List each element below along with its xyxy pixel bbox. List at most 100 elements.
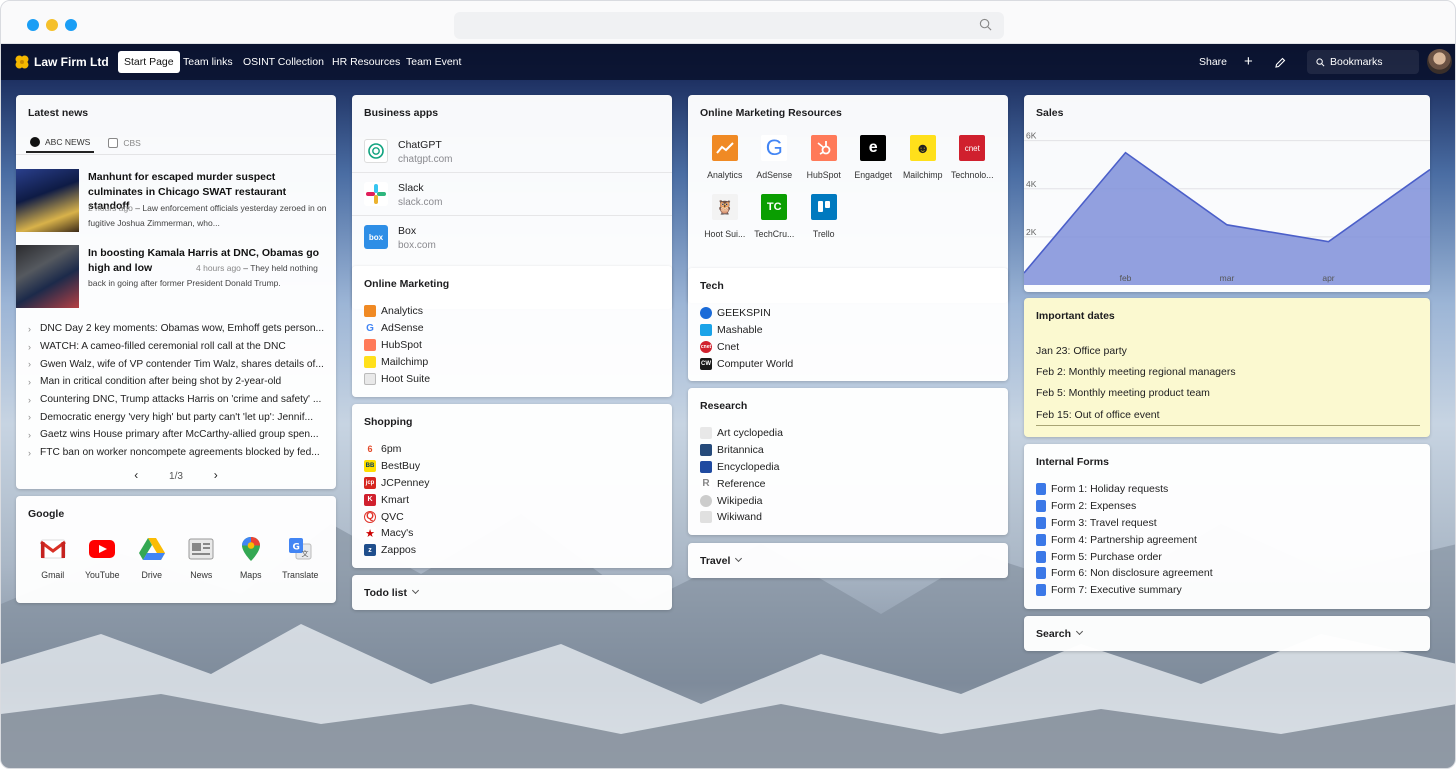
research-links: Art cyclopedia Britannica Encyclopedia R…: [700, 425, 783, 526]
app-row-slack[interactable]: Slack slack.com: [352, 173, 672, 216]
search-card[interactable]: Search: [1024, 616, 1430, 651]
list-item[interactable]: › Countering DNC, Trump attacks Harris on…: [28, 391, 336, 409]
resource-tile-mailchimp[interactable]: ☻ Mailchimp: [898, 135, 948, 194]
youtube-tile[interactable]: YouTube: [78, 536, 128, 580]
link-analytics[interactable]: Analytics: [364, 303, 430, 320]
resource-tile-trello[interactable]: Trello: [799, 194, 849, 253]
gmail-tile[interactable]: Gmail: [28, 536, 78, 580]
app-row-chatgpt[interactable]: ChatGPT chatgpt.com: [352, 130, 672, 173]
tab-team-links[interactable]: Team links: [177, 51, 239, 73]
analytics-icon: [711, 135, 738, 161]
link-cnet[interactable]: cnet Cnet: [700, 339, 793, 356]
link-geekspin[interactable]: GEEKSPIN: [700, 305, 793, 322]
pager-prev-button[interactable]: ‹: [134, 468, 138, 482]
online-marketing-title: Online Marketing: [364, 278, 450, 290]
add-button[interactable]: +: [1244, 51, 1253, 73]
search-icon[interactable]: [979, 18, 992, 31]
form-link[interactable]: Form 7: Executive summary: [1036, 582, 1213, 599]
list-item[interactable]: › Democratic energy 'very high' but party…: [28, 408, 336, 426]
bookmarks-search[interactable]: Bookmarks: [1307, 50, 1419, 74]
window-close-button[interactable]: [27, 19, 39, 31]
form-link[interactable]: Form 5: Purchase order: [1036, 548, 1213, 565]
pager-next-button[interactable]: ›: [214, 468, 218, 482]
share-button[interactable]: Share: [1199, 51, 1227, 73]
list-item[interactable]: › Man in critical condition after being s…: [28, 373, 336, 391]
travel-header[interactable]: Travel: [700, 543, 743, 578]
form-link[interactable]: Form 4: Partnership agreement: [1036, 531, 1213, 548]
link-mailchimp[interactable]: Mailchimp: [364, 353, 430, 370]
dates-input-line[interactable]: [1036, 425, 1420, 426]
link-kmart[interactable]: K Kmart: [364, 491, 429, 508]
link-encyclopedia[interactable]: Encyclopedia: [700, 459, 783, 476]
news-divider: [16, 154, 336, 155]
news-headline-list: › DNC Day 2 key moments: Obamas wow, Emho…: [28, 320, 336, 462]
edit-pencil-icon[interactable]: [1274, 57, 1286, 69]
slack-icon: [364, 182, 388, 206]
link-zappos[interactable]: z Zappos: [364, 542, 429, 559]
tab-team-event[interactable]: Team Event: [400, 51, 467, 73]
list-item[interactable]: › Gwen Walz, wife of VP contender Tim Wal…: [28, 355, 336, 373]
shopping-links: 6 6pm BB BestBuy jcp JCPenney K Kmart Q QVC ★…: [364, 441, 429, 559]
user-avatar[interactable]: [1427, 49, 1452, 74]
link-adsense[interactable]: G AdSense: [364, 320, 430, 337]
form-link[interactable]: Form 2: Expenses: [1036, 498, 1213, 515]
list-item[interactable]: › Gaetz wins House primary after McCarthy…: [28, 426, 336, 444]
link-macys[interactable]: ★ Macy's: [364, 525, 429, 542]
form-link[interactable]: Form 3: Travel request: [1036, 515, 1213, 532]
app-row-box[interactable]: box Box box.com: [352, 216, 672, 259]
list-item[interactable]: › FTC ban on worker noncompete agreements…: [28, 444, 336, 462]
link-hootsuite[interactable]: Hoot Suite: [364, 370, 430, 387]
link-britannica[interactable]: Britannica: [700, 442, 783, 459]
story-thumbnail[interactable]: [16, 169, 79, 232]
window-maximize-button[interactable]: [65, 19, 77, 31]
story-summary: 2 hours ago – Law enforcement officials …: [88, 201, 328, 231]
address-bar[interactable]: [454, 12, 1004, 39]
window-minimize-button[interactable]: [46, 19, 58, 31]
brand-logo[interactable]: Law Firm Ltd: [13, 52, 109, 72]
resource-tile-analytics[interactable]: Analytics: [700, 135, 750, 194]
link-6pm[interactable]: 6 6pm: [364, 441, 429, 458]
resource-tile-techcrunch[interactable]: TC TechCru...: [750, 194, 800, 253]
tab-abc-news[interactable]: ABC NEWS: [26, 133, 95, 153]
search-header[interactable]: Search: [1036, 616, 1084, 651]
link-wikipedia[interactable]: Wikipedia: [700, 492, 783, 509]
form-link[interactable]: Form 1: Holiday requests: [1036, 481, 1213, 498]
link-label: HubSpot: [381, 338, 422, 351]
link-reference[interactable]: R Reference: [700, 475, 783, 492]
link-qvc[interactable]: Q QVC: [364, 508, 429, 525]
news-tile[interactable]: News: [177, 536, 227, 580]
resource-tile-adsense[interactable]: G AdSense: [750, 135, 800, 194]
resource-label: Mailchimp: [902, 170, 943, 180]
resource-tile-engadget[interactable]: e Engadget: [849, 135, 899, 194]
news-source-tabs: ABC NEWS CBS: [26, 133, 155, 153]
link-mashable[interactable]: Mashable: [700, 322, 793, 339]
resource-tile-technology[interactable]: cnet Technolo...: [948, 135, 998, 194]
link-hubspot[interactable]: HubSpot: [364, 337, 430, 354]
todo-list-header[interactable]: Todo list: [364, 575, 420, 610]
adsense-icon: G: [364, 322, 376, 335]
google-app-tiles: Gmail YouTube Drive News Maps G 文 Transl…: [28, 536, 325, 580]
link-bestbuy[interactable]: BB BestBuy: [364, 458, 429, 475]
list-item[interactable]: › DNC Day 2 key moments: Obamas wow, Emho…: [28, 320, 336, 338]
drive-tile[interactable]: Drive: [127, 536, 177, 580]
maps-tile[interactable]: Maps: [226, 536, 276, 580]
link-art-cyclopedia[interactable]: Art cyclopedia: [700, 425, 783, 442]
link-wikiwand[interactable]: Wikiwand: [700, 509, 783, 526]
link-label: Encyclopedia: [717, 460, 780, 473]
tab-cbs[interactable]: CBS: [104, 133, 144, 153]
link-jcpenney[interactable]: jcp JCPenney: [364, 475, 429, 492]
link-computer-world[interactable]: CW Computer World: [700, 355, 793, 372]
tab-hr-resources[interactable]: HR Resources: [326, 51, 406, 73]
resource-tile-hootsuite[interactable]: 🦉 Hoot Sui...: [700, 194, 750, 253]
translate-tile[interactable]: G文 Translate: [276, 536, 326, 580]
travel-card[interactable]: Travel: [688, 543, 1008, 578]
todo-list-card[interactable]: Todo list: [352, 575, 672, 610]
tab-start-page[interactable]: Start Page: [118, 51, 180, 73]
tab-osint-collection[interactable]: OSINT Collection: [237, 51, 330, 73]
story-thumbnail[interactable]: [16, 245, 79, 308]
list-item[interactable]: › WATCH: A cameo-filled ceremonial roll c…: [28, 338, 336, 356]
cnet-icon: cnet: [700, 340, 712, 353]
resource-tile-hubspot[interactable]: HubSpot: [799, 135, 849, 194]
form-label: Form 3: Travel request: [1051, 516, 1157, 529]
form-link[interactable]: Form 6: Non disclosure agreement: [1036, 565, 1213, 582]
